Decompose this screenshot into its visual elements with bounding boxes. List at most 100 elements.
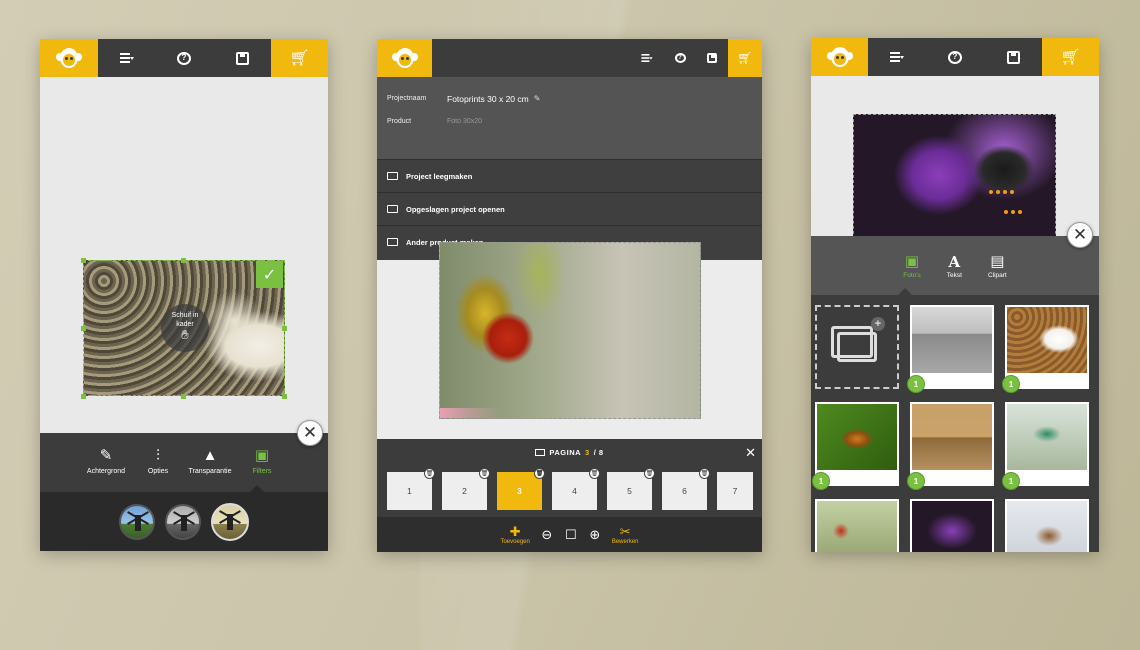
grid-photo[interactable] <box>815 499 899 552</box>
help-button[interactable]: ? <box>155 39 213 77</box>
trash-icon[interactable]: 🗑︎ <box>699 468 710 479</box>
book-icon <box>535 448 546 456</box>
grid-photo[interactable] <box>910 499 994 552</box>
edit-label: Bewerken <box>611 538 639 545</box>
tab-text[interactable]: A Tekst <box>947 252 962 279</box>
close-button[interactable]: ✕ <box>297 420 323 446</box>
trash-icon[interactable]: 🗑︎ <box>479 468 490 479</box>
page-thumb-2[interactable]: 2 🗑︎ <box>442 468 490 510</box>
close-icon: ✕ <box>745 445 756 460</box>
trash-icon[interactable]: 🗑︎ <box>534 468 545 479</box>
menu-button[interactable] <box>868 38 926 76</box>
photo-thumbnail <box>910 402 994 486</box>
resize-handle[interactable] <box>282 394 287 399</box>
filter-grayscale[interactable] <box>165 503 201 540</box>
save-button[interactable] <box>213 39 271 77</box>
page-thumb-1[interactable]: 1 🗑︎ <box>387 468 435 510</box>
grid-photo[interactable]: 1 <box>907 402 994 490</box>
monkey-logo-icon <box>56 47 82 69</box>
cat-photo-frame[interactable]: Schuif in kader ✋︎ <box>83 260 285 396</box>
photo-thumbnail <box>910 305 994 389</box>
menu-button[interactable] <box>630 39 664 77</box>
filter-sepia[interactable] <box>211 502 249 541</box>
grid-photo[interactable]: 1 <box>1002 305 1089 393</box>
project-menu: Projectnaam Fotoprints 30 x 20 cm ✎ Produ… <box>377 77 762 260</box>
trash-icon[interactable]: 🗑︎ <box>589 468 600 479</box>
add-button[interactable]: ✚ Toevoegen <box>500 524 529 545</box>
pencil-icon[interactable]: ✎ <box>534 94 541 103</box>
text-icon: A <box>948 253 961 271</box>
resize-handle[interactable] <box>181 258 186 263</box>
add-photo-button[interactable]: + <box>815 305 899 389</box>
logo-button[interactable] <box>40 39 98 77</box>
help-button[interactable]: ? <box>664 39 696 77</box>
save-button[interactable] <box>696 39 728 77</box>
resize-handle[interactable] <box>181 394 186 399</box>
close-pages-button[interactable]: ✕ <box>745 445 756 461</box>
tab-photos[interactable]: ▣ Foto's <box>903 252 921 279</box>
checkmark-icon: ✓ <box>262 266 277 284</box>
menu-item-open-saved[interactable]: Opgeslagen project openen <box>377 192 762 225</box>
logo-button[interactable] <box>811 38 868 76</box>
close-button[interactable]: ✕ <box>1067 222 1093 248</box>
resize-handle[interactable] <box>81 258 86 263</box>
photo-image <box>1007 307 1087 373</box>
page-number: 4 <box>572 486 577 496</box>
menu-item-clear-project[interactable]: Project leegmaken <box>377 159 762 192</box>
ladybug-photo-frame[interactable] <box>439 242 701 419</box>
page-thumb-7[interactable]: 7 <box>717 472 753 510</box>
drag-hint[interactable]: Schuif in kader ✋︎ <box>161 304 209 352</box>
confirm-button[interactable]: ✓ <box>256 261 283 288</box>
cart-button[interactable]: 🛒︎ <box>271 39 328 77</box>
menu-button[interactable] <box>98 39 155 77</box>
page-number: 3 <box>517 486 522 496</box>
tool-transparency[interactable]: ▲ Transparantie <box>189 445 232 492</box>
tool-background[interactable]: ✎ Achtergrond <box>86 445 126 492</box>
resize-handle[interactable] <box>81 394 86 399</box>
photo-thumbnail <box>815 499 899 552</box>
tab-clipart[interactable]: ▤ Clipart <box>988 252 1007 279</box>
zoom-out-button[interactable]: ⊖ <box>540 527 554 542</box>
edit-button[interactable]: ✂ Bewerken <box>611 524 639 545</box>
page-thumb-5[interactable]: 5 🗑︎ <box>607 468 655 510</box>
resize-handle[interactable] <box>81 326 86 331</box>
help-button[interactable]: ? <box>926 38 984 76</box>
photo-grid: + 1 1 1 1 1 <box>812 305 1089 552</box>
usage-count-badge: 1 <box>1002 375 1020 393</box>
tool-options[interactable]: ⫶ Opties <box>138 445 178 492</box>
content-tabs: ▣ Foto's A Tekst ▤ Clipart <box>811 236 1099 295</box>
active-tab-pointer <box>898 288 912 295</box>
logo-button[interactable] <box>377 39 432 77</box>
active-tool-pointer <box>250 485 264 492</box>
plus-icon: + <box>871 317 885 331</box>
page-thumb-4[interactable]: 4 🗑︎ <box>552 468 600 510</box>
grid-photo[interactable]: 1 <box>1002 402 1089 490</box>
trash-icon[interactable]: 🗑︎ <box>424 468 435 479</box>
menu-icon <box>641 54 653 62</box>
cart-icon: 🛒︎ <box>1060 49 1081 66</box>
help-icon: ? <box>177 51 191 65</box>
filter-color[interactable] <box>119 503 155 540</box>
windmill-icon <box>227 513 233 530</box>
image-filter-icon: ▣ <box>254 447 270 464</box>
resize-handle[interactable] <box>282 326 287 331</box>
page-thumb-6[interactable]: 6 🗑︎ <box>662 468 710 510</box>
page-total: / 8 <box>593 447 604 457</box>
cart-button[interactable]: 🛒︎ <box>1042 38 1099 76</box>
butterfly-photo-frame[interactable] <box>853 114 1056 244</box>
zoom-in-button[interactable]: ⊕ <box>588 527 602 542</box>
project-name-value[interactable]: Fotoprints 30 x 20 cm ✎ <box>447 94 540 104</box>
fit-frame-button[interactable]: ☐ <box>564 527 578 542</box>
page-thumb-3[interactable]: 3 🗑︎ <box>497 468 545 510</box>
edit-toolbar: ✎ Achtergrond ⫶ Opties ▲ Transparantie ▣… <box>40 433 328 492</box>
save-button[interactable] <box>984 38 1042 76</box>
grid-photo[interactable] <box>1005 499 1089 552</box>
grid-photo[interactable]: 1 <box>907 305 994 393</box>
trash-icon[interactable]: 🗑︎ <box>644 468 655 479</box>
cart-button[interactable]: 🛒︎ <box>728 39 762 77</box>
clipart-icon: ▤ <box>990 253 1005 270</box>
grid-photo[interactable]: 1 <box>812 402 899 490</box>
folder-open-icon <box>387 205 398 213</box>
photos-icon: ▣ <box>904 253 920 270</box>
product-row: Product Foto 30x20 <box>387 110 752 133</box>
